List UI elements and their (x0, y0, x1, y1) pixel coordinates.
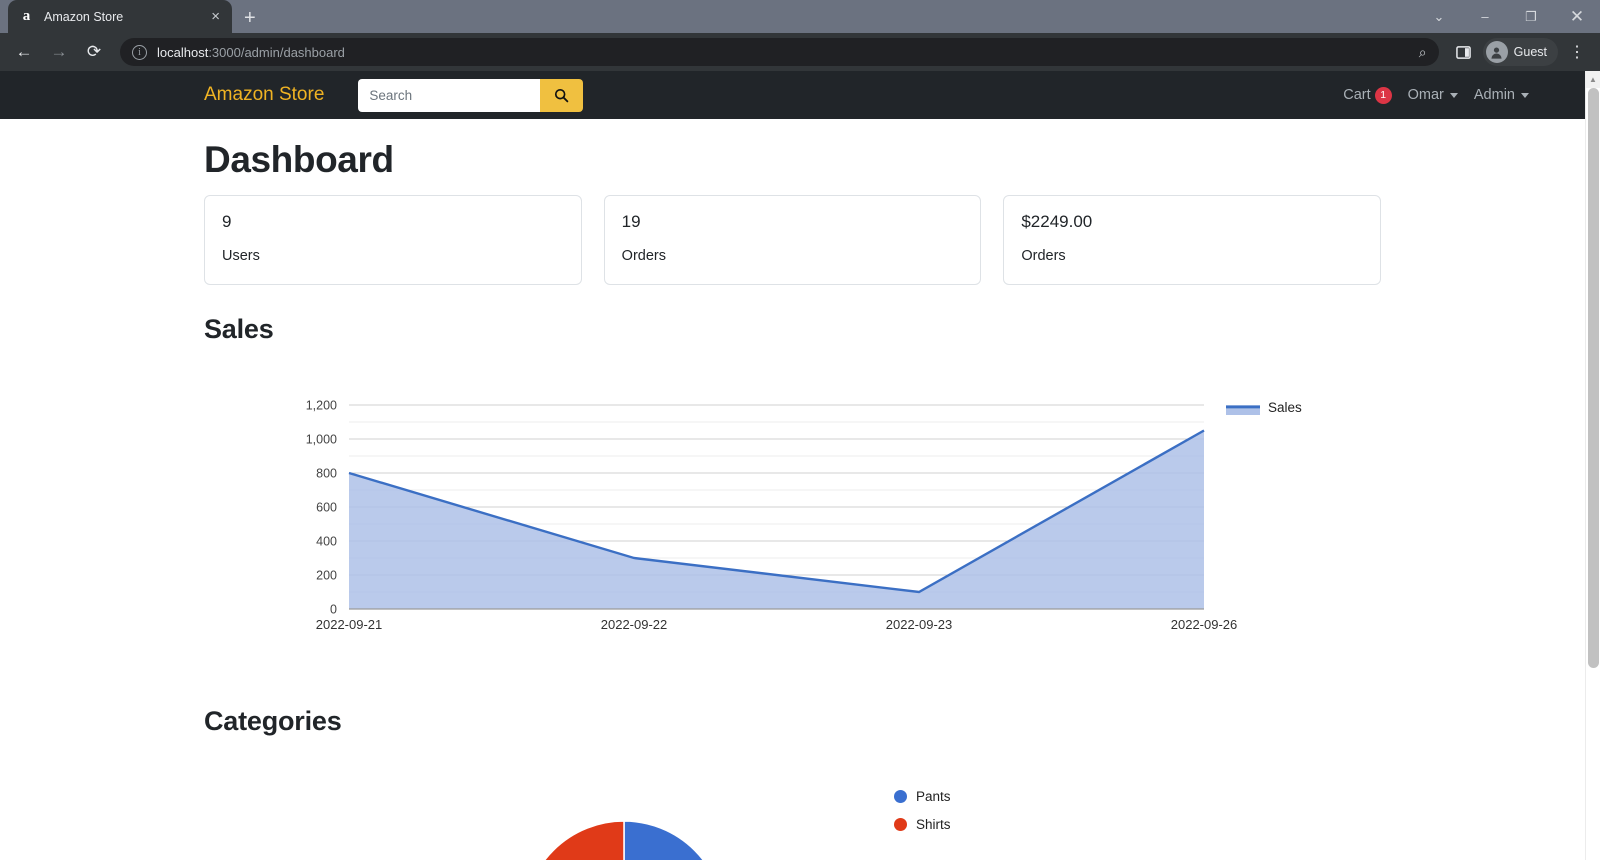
url-path: :3000/admin/dashboard (208, 44, 345, 60)
user-menu[interactable]: Omar (1408, 87, 1458, 103)
y-axis-tick-label: 0 (330, 603, 337, 617)
brand-logo[interactable]: Amazon Store (204, 84, 324, 106)
stat-label: Orders (621, 248, 666, 264)
avatar (1485, 41, 1508, 63)
dashboard-content: Dashboard 9 Users 19 Orders $2249.00 Ord… (0, 139, 1585, 860)
tab-title: Amazon Store (44, 9, 124, 24)
cart-badge: 1 (1374, 86, 1392, 104)
legend-swatch-area (1226, 409, 1260, 415)
admin-menu[interactable]: Admin (1474, 87, 1529, 103)
search-icon (555, 88, 569, 102)
url-text: localhost:3000/admin/dashboard (157, 45, 345, 60)
profile-button[interactable]: Guest (1482, 38, 1558, 66)
cart-label: Cart (1343, 87, 1371, 103)
browser-tab[interactable]: a Amazon Store × (8, 0, 232, 33)
legend-item-shirts[interactable]: Shirts (894, 817, 951, 832)
page-viewport: Amazon Store Cart 1 Omar (0, 71, 1600, 860)
sales-area (349, 430, 1204, 609)
browser-menu-icon[interactable]: ⋮ (1563, 38, 1591, 66)
y-axis-tick-label: 200 (316, 569, 337, 583)
stat-value: 9 (222, 212, 232, 231)
chevron-down-icon (1449, 92, 1458, 98)
pie-legend: Pants Shirts (894, 789, 951, 845)
profile-name: Guest (1513, 45, 1547, 59)
sales-heading: Sales (204, 314, 274, 344)
user-label: Omar (1407, 87, 1444, 103)
stat-value: $2249.00 (1021, 212, 1093, 231)
categories-pie-svg (543, 820, 705, 860)
pie-slice-shirts (543, 820, 625, 860)
address-bar[interactable]: i localhost:3000/admin/dashboard ⌕ (120, 38, 1439, 66)
stat-cards: 9 Users 19 Orders $2249.00 Orders (204, 195, 1382, 285)
scrollbar-thumb[interactable] (1588, 88, 1599, 668)
y-axis-tick-label: 600 (316, 501, 337, 515)
pie-slice-pants (623, 820, 705, 860)
legend-item-pants[interactable]: Pants (894, 789, 951, 804)
back-icon[interactable]: ← (9, 37, 39, 67)
cart-link[interactable]: Cart 1 (1343, 86, 1392, 104)
navbar-right: Cart 1 Omar Admin (1343, 86, 1571, 104)
scroll-up-arrow-icon[interactable]: ▲ (1586, 71, 1600, 88)
reload-icon[interactable]: ⟳ (79, 37, 109, 67)
stat-card-orders: 19 Orders (603, 195, 982, 285)
search-icon[interactable]: ⌕ (1419, 44, 1427, 61)
site-navbar: Amazon Store Cart 1 Omar (0, 71, 1585, 119)
side-panel-icon[interactable] (1450, 38, 1478, 66)
browser-toolbar: ← → ⟳ i localhost:3000/admin/dashboard ⌕… (0, 33, 1600, 71)
site-info-icon[interactable]: i (132, 44, 147, 60)
x-axis-tick-label: 2022-09-21 (316, 617, 383, 632)
maximize-button[interactable]: ❐ (1508, 0, 1554, 33)
stat-card-revenue: $2249.00 Orders (1003, 195, 1382, 285)
window-controls: ⌄ – ❐ ✕ (1416, 0, 1600, 33)
y-axis-tick-label: 800 (316, 467, 337, 481)
forward-icon[interactable]: → (44, 37, 74, 67)
browser-window: a Amazon Store × + ⌄ – ❐ ✕ ← → ⟳ i local… (0, 0, 1600, 860)
page-title: Dashboard (204, 139, 394, 180)
sales-chart-svg: 0 200 400 600 800 1,000 1,200 2022-09-21 2022-09… (306, 399, 1302, 633)
x-axis-tick-label: 2022-09-26 (1171, 617, 1238, 632)
y-axis-tick-label: 1,200 (306, 399, 337, 413)
categories-chart: Pants Shirts (204, 771, 1381, 860)
stat-card-users: 9 Users (204, 195, 582, 285)
y-axis-tick-label: 400 (316, 535, 337, 549)
url-host: localhost (157, 44, 209, 60)
amazon-a-icon: a (22, 8, 31, 24)
new-tab-button[interactable]: + (244, 8, 256, 28)
page-content: Amazon Store Cart 1 Omar (0, 71, 1585, 860)
search-form (358, 78, 584, 112)
x-axis-tick-label: 2022-09-22 (601, 617, 668, 632)
sales-chart: 0 200 400 600 800 1,000 1,200 2022-09-21 2022-09… (204, 387, 1381, 677)
categories-heading: Categories (204, 706, 342, 736)
stat-label: Users (222, 248, 260, 264)
search-input[interactable] (358, 78, 541, 112)
close-icon[interactable]: × (209, 9, 222, 24)
legend-label-shirts: Shirts (916, 817, 951, 832)
search-button[interactable] (540, 78, 584, 112)
stat-label: Orders (1021, 248, 1066, 264)
legend-label-pants: Pants (916, 789, 951, 804)
tab-strip: a Amazon Store × + ⌄ – ❐ ✕ (0, 0, 1600, 33)
minimize-button[interactable]: – (1462, 0, 1508, 33)
admin-label: Admin (1473, 87, 1515, 103)
page-scrollbar[interactable]: ▲ (1585, 71, 1600, 860)
y-axis-tick-label: 1,000 (306, 433, 337, 447)
window-close-button[interactable]: ✕ (1554, 0, 1600, 33)
tab-search-icon[interactable]: ⌄ (1416, 0, 1462, 33)
legend-dot-pants (894, 790, 907, 803)
chevron-down-icon (1521, 92, 1529, 98)
legend-label-sales: Sales (1268, 400, 1302, 415)
x-axis-tick-label: 2022-09-23 (886, 617, 953, 632)
stat-value: 19 (621, 212, 641, 231)
legend-dot-shirts (894, 818, 907, 831)
